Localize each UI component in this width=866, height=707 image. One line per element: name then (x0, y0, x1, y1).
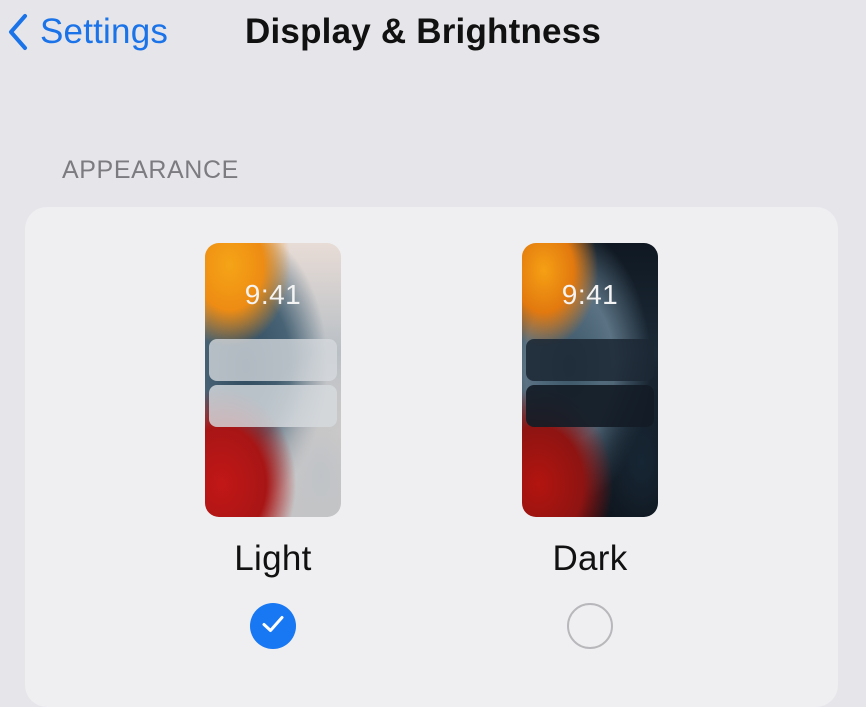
dark-mode-preview[interactable]: 9:41 (522, 243, 658, 517)
checkmark-icon (261, 614, 285, 639)
light-mode-preview[interactable]: 9:41 (205, 243, 341, 517)
preview-time: 9:41 (244, 279, 302, 310)
navigation-bar: Settings Display & Brightness (0, 0, 866, 70)
appearance-option-dark[interactable]: 9:41 Dark (522, 243, 658, 649)
preview-notification (209, 339, 337, 381)
preview-time: 9:41 (561, 279, 619, 310)
light-radio-button[interactable] (250, 603, 296, 649)
preview-notification (526, 339, 654, 381)
section-header-appearance: APPEARANCE (62, 156, 239, 184)
appearance-card: 9:41 Light 9:41 Dark (25, 207, 838, 707)
preview-notification (209, 385, 337, 427)
option-label-light: Light (234, 539, 312, 578)
preview-notification (526, 385, 654, 427)
chevron-left-icon (6, 12, 30, 52)
back-button[interactable]: Settings (6, 10, 168, 54)
appearance-option-light[interactable]: 9:41 Light (205, 243, 341, 649)
dark-radio-button[interactable] (567, 603, 613, 649)
page-title: Display & Brightness (245, 12, 602, 51)
back-button-label: Settings (40, 12, 169, 51)
option-label-dark: Dark (552, 539, 628, 578)
